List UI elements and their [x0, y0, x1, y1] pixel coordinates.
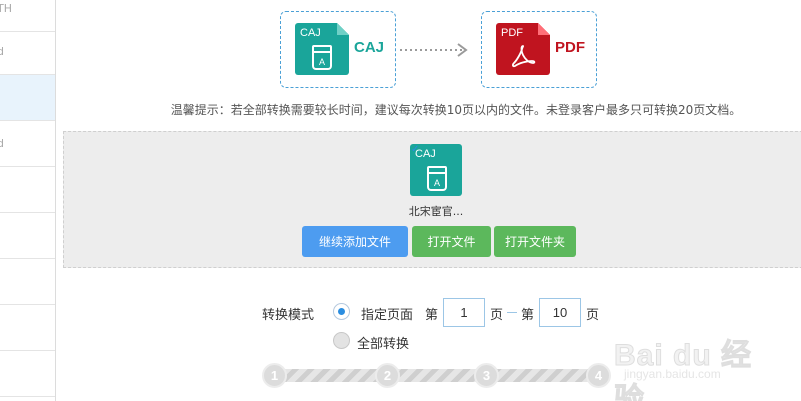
upload-panel[interactable]: ✓ CAJ A 北宋宦官... 继续添加文件 打开文件 打开文件夹 [63, 131, 801, 268]
caj-file-icon: CAJ A [295, 23, 349, 75]
page-to-prefix: 第 [521, 308, 535, 323]
tip-text: 温馨提示：若全部转换需要较长时间，建议每次转换10页以内的文件。未登录客户最多只… [170, 103, 742, 117]
page-from-suffix: 页 [490, 308, 504, 323]
steps-track [270, 369, 606, 382]
specific-pages-radio[interactable] [333, 303, 350, 320]
tip-text-row: 温馨提示：若全部转换需要较长时间，建议每次转换10页以内的文件。未登录客户最多只… [0, 101, 801, 118]
baidu-watermark: Bai du 经验 jingyan.baidu.com [614, 330, 754, 401]
sidebar-item-2[interactable]: d [0, 29, 55, 75]
page-to-suffix: 页 [586, 308, 600, 323]
step-3: 3 [474, 363, 499, 388]
sidebar-item-8[interactable] [0, 305, 55, 351]
book-letter: A [433, 178, 440, 188]
watermark-logo: Bai du 经验 [614, 339, 753, 401]
open-file-button[interactable]: 打开文件 [412, 226, 491, 257]
range-dash [507, 312, 517, 313]
uploaded-file-name: 北宋宦官... [408, 205, 464, 218]
sidebar-item-7[interactable] [0, 259, 55, 305]
sidebar-item-1[interactable]: TH [0, 0, 55, 32]
target-format-box: PDF PDF [481, 11, 597, 88]
book-icon: A [427, 166, 447, 191]
sidebar-item-label: d [0, 45, 4, 58]
add-more-files-button[interactable]: 继续添加文件 [302, 226, 408, 257]
page-from-input[interactable] [443, 298, 485, 327]
open-folder-button[interactable]: 打开文件夹 [494, 226, 576, 257]
pdf-file-icon: PDF [496, 23, 550, 75]
progress-steps: 1 2 3 4 [262, 362, 614, 388]
convert-all-label: 全部转换 [357, 337, 410, 352]
sidebar-item-9[interactable] [0, 351, 55, 397]
page-fold-icon [337, 23, 349, 35]
page-to-input[interactable] [539, 298, 581, 327]
dotted-arrow-right-icon [400, 43, 468, 57]
sidebar-item-6[interactable] [0, 213, 55, 259]
page-from-prefix: 第 [425, 308, 439, 323]
icon-tag: CAJ [300, 27, 321, 39]
specific-pages-label: 指定页面 [361, 308, 414, 323]
target-format-label: PDF [555, 39, 585, 56]
source-format-box: CAJ A CAJ [280, 11, 396, 88]
watermark-url: jingyan.baidu.com [624, 367, 721, 381]
step-1: 1 [262, 363, 287, 388]
uploaded-file-icon[interactable]: ✓ CAJ A [410, 144, 462, 196]
sidebar-item-5[interactable] [0, 167, 55, 213]
sidebar: TH d d [0, 0, 56, 401]
acrobat-icon [512, 45, 536, 68]
icon-tag: CAJ [415, 148, 436, 160]
book-letter: A [318, 57, 325, 67]
book-icon: A [312, 45, 332, 70]
sidebar-item-label: TH [0, 2, 12, 15]
sidebar-item-4[interactable]: d [0, 121, 55, 167]
page-fold-icon [538, 23, 550, 35]
icon-tag: PDF [501, 27, 523, 39]
convert-all-radio[interactable] [333, 332, 350, 349]
step-2: 2 [375, 363, 400, 388]
sidebar-item-label: d [0, 137, 4, 150]
source-format-label: CAJ [354, 39, 385, 56]
conversion-mode-label: 转换模式 [262, 308, 315, 323]
step-4: 4 [586, 363, 611, 388]
